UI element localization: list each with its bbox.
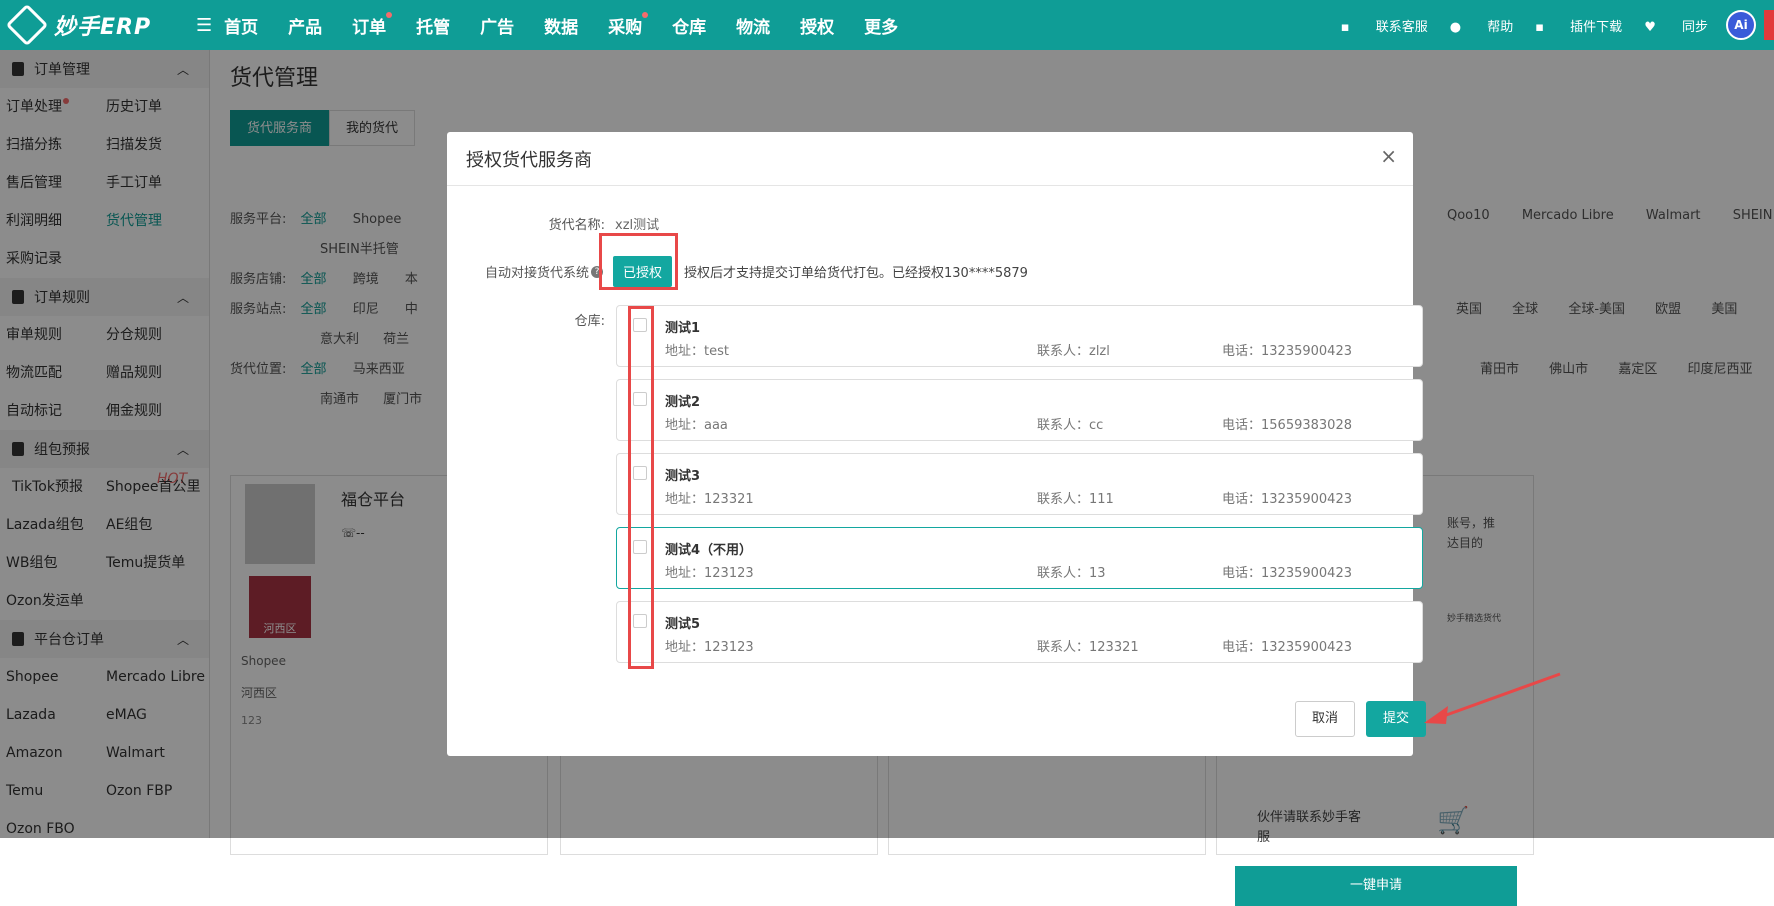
warehouse-option[interactable]: 测试5 地址：123123 联系人：123321 电话：13235900423: [616, 601, 1423, 663]
nav-more[interactable]: 更多: [864, 13, 898, 38]
logo[interactable]: 妙手ERP: [5, 3, 182, 47]
arrow-icon: [1424, 672, 1561, 724]
dialog-title: 授权货代服务商: [466, 149, 592, 171]
warehouse-option[interactable]: 测试3 地址：123321 联系人：111 电话：13235900423: [616, 453, 1423, 515]
nav-ads[interactable]: 广告: [480, 13, 514, 38]
highlight-box-authorized: [599, 233, 678, 290]
warehouse-label-row: 仓库:: [574, 314, 605, 329]
submit-button[interactable]: 提交: [1366, 701, 1426, 737]
nav-orders[interactable]: 订单: [352, 11, 393, 38]
cancel-button[interactable]: 取消: [1295, 701, 1355, 737]
logo-icon: [5, 3, 49, 47]
highlight-box-checkboxes: [628, 306, 654, 669]
nav-logistics[interactable]: 物流: [736, 13, 770, 38]
plugin-link[interactable]: ▪ 插件下载: [1535, 16, 1622, 35]
warehouse-option[interactable]: 测试2 地址：aaa 联系人：cc 电话：15659383028: [616, 379, 1423, 441]
top-right-tools: ▪ 联系客服 ● 帮助 ▪ 插件下载 ♥ 同步 Ai: [1319, 10, 1774, 40]
avatar[interactable]: Ai: [1726, 10, 1756, 40]
dialog-header: 授权货代服务商: [447, 132, 1413, 186]
contact-link[interactable]: ▪ 联系客服: [1341, 16, 1428, 35]
menu-icon[interactable]: ☰: [196, 15, 212, 36]
authorize-forwarder-dialog: 授权货代服务商 × 货代名称: xzl测试 自动对接货代系统 ? 已授权 授权后…: [447, 132, 1426, 756]
warehouse-option[interactable]: 测试1 地址：test 联系人：zlzl 电话：13235900423: [616, 305, 1423, 367]
close-icon[interactable]: ×: [1380, 144, 1397, 168]
apply-button[interactable]: 一键申请: [1235, 866, 1517, 906]
red-tab[interactable]: [1764, 10, 1774, 40]
nav-home[interactable]: 首页: [224, 13, 258, 38]
main-nav: 首页 产品 订单 托管 广告 数据 采购 仓库 物流 授权 更多: [224, 11, 928, 38]
warehouse-option-hover[interactable]: 测试4（不用） 地址：123123 联系人：13 电话：13235900423: [616, 527, 1423, 589]
nav-data[interactable]: 数据: [544, 13, 578, 38]
sync-link[interactable]: ♥ 同步: [1644, 16, 1708, 35]
nav-hosting[interactable]: 托管: [416, 13, 450, 38]
auto-connect-row: 自动对接货代系统 ? 已授权 授权后才支持提交订单给货代打包。已经授权130**…: [447, 256, 1028, 287]
nav-warehouse[interactable]: 仓库: [672, 13, 706, 38]
nav-purchase[interactable]: 采购: [608, 11, 649, 38]
top-navbar: 妙手ERP ☰ 首页 产品 订单 托管 广告 数据 采购 仓库 物流 授权 更多…: [0, 0, 1774, 50]
auth-note: 授权后才支持提交订单给货代打包。已经授权130****5879: [684, 266, 1028, 281]
nav-products[interactable]: 产品: [288, 13, 322, 38]
forwarder-name-row: 货代名称: xzl测试: [447, 214, 660, 233]
forwarder-name-value: xzl测试: [615, 218, 660, 233]
help-link[interactable]: ● 帮助: [1450, 16, 1514, 35]
nav-auth[interactable]: 授权: [800, 13, 834, 38]
